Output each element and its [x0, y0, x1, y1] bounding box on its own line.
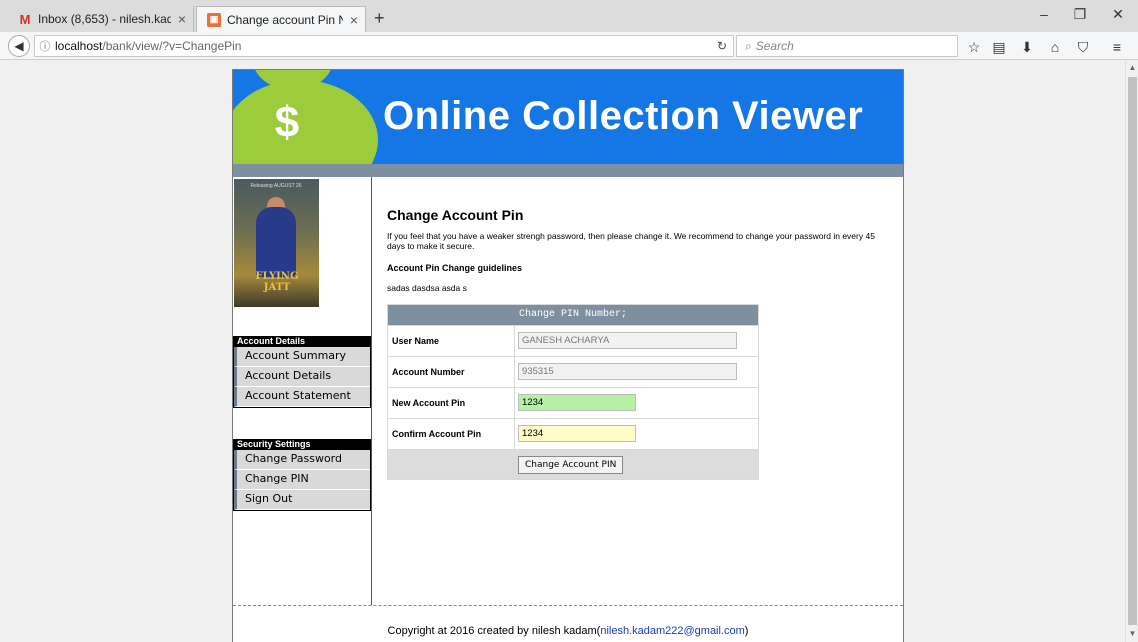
footer-copyright: Copyright at 2016 created by nilesh kada… [233, 625, 903, 637]
change-pin-button[interactable]: Change Account PIN [518, 456, 624, 474]
security-settings-menu: Security Settings Change Password Change… [233, 439, 371, 511]
divider [514, 388, 515, 418]
menu-heading: Security Settings [233, 439, 371, 450]
movie-poster-image[interactable]: Releasing AUGUST 26 FLYING JATT [234, 179, 319, 307]
poster-hero-figure [256, 207, 296, 277]
tab-change-pin[interactable]: ▣ Change account Pin Num... × [196, 6, 366, 32]
form-row-user-name: User Name [388, 325, 758, 356]
form-row-new-pin: New Account Pin [388, 387, 758, 418]
home-icon[interactable]: ⌂ [1046, 39, 1064, 55]
form-row-confirm-pin: Confirm Account Pin [388, 418, 758, 449]
footer-email-link[interactable]: nilesh.kadam222@gmail.com [600, 625, 744, 637]
info-icon[interactable]: ⓘ [35, 38, 55, 54]
intro-text: If you feel that you have a weaker stren… [387, 231, 875, 251]
dollar-icon: $ [274, 98, 300, 147]
new-pin-label: New Account Pin [392, 398, 466, 408]
new-tab-button[interactable]: + [374, 8, 385, 29]
page-container: $ Online Collection Viewer Releasing AUG… [232, 69, 904, 642]
divider [514, 419, 515, 449]
sidebar: Releasing AUGUST 26 FLYING JATT Account … [233, 177, 372, 605]
vertical-scrollbar[interactable]: ▲ ▼ [1125, 61, 1138, 642]
close-tab-icon[interactable]: × [343, 12, 365, 28]
guidelines-title: Account Pin Change guidelines [387, 263, 523, 273]
close-tab-icon[interactable]: × [171, 11, 193, 27]
user-name-field[interactable] [518, 332, 737, 349]
tab-bar: M Inbox (8,653) - nilesh.kada... × ▣ Cha… [0, 0, 1138, 32]
footer-divider [233, 605, 903, 606]
guidelines-text: sadas dasdsa asda s [387, 283, 467, 293]
menu-box: Change Password Change PIN Sign Out [233, 450, 371, 511]
search-placeholder: Search [755, 39, 794, 53]
url-host: localhost [55, 39, 103, 53]
account-number-field[interactable] [518, 363, 737, 380]
confirm-pin-field[interactable] [518, 425, 636, 442]
footer-text: Copyright at 2016 created by nilesh kada… [387, 625, 601, 637]
tab-title: Inbox (8,653) - nilesh.kada... [38, 12, 171, 26]
search-input[interactable]: ⌕ Search [736, 35, 958, 57]
sidebar-item-account-statement[interactable]: Account Statement [234, 387, 370, 407]
tab-inbox[interactable]: M Inbox (8,653) - nilesh.kada... × [8, 6, 194, 32]
poster-logo-text: FLYING JATT [255, 271, 299, 293]
new-pin-field[interactable] [518, 394, 636, 411]
url-path: /bank/view/?v=ChangePin [102, 39, 242, 53]
url-bar[interactable]: ⓘ localhost /bank/view/?v=ChangePin ↻ [34, 35, 734, 57]
scroll-up-icon[interactable]: ▲ [1126, 63, 1138, 72]
search-icon: ⌕ [745, 38, 752, 53]
menu-box: Account Summary Account Details Account … [233, 347, 371, 408]
account-details-menu: Account Details Account Summary Account … [233, 336, 371, 408]
site-favicon-icon: ▣ [207, 12, 221, 27]
confirm-pin-label: Confirm Account Pin [392, 429, 482, 439]
poster-top-text: Releasing AUGUST 26 [250, 183, 302, 189]
menu-icon[interactable]: ≡ [1108, 39, 1126, 55]
form-footer: Change Account PIN [388, 449, 758, 479]
divider [514, 357, 515, 387]
change-pin-form: Change PIN Number; User Name Account Num… [387, 304, 759, 480]
menu-heading: Account Details [233, 336, 371, 347]
sidebar-item-account-summary[interactable]: Account Summary [234, 347, 370, 367]
site-title: Online Collection Viewer [383, 94, 864, 138]
restore-icon[interactable]: ❐ [1070, 6, 1090, 23]
bookmark-star-icon[interactable]: ☆ [965, 39, 983, 56]
account-number-label: Account Number [392, 367, 465, 377]
header-strip [233, 164, 903, 177]
close-window-icon[interactable]: ✕ [1108, 6, 1128, 23]
page-viewport: $ Online Collection Viewer Releasing AUG… [0, 61, 1125, 642]
download-icon[interactable]: ⬇ [1018, 39, 1036, 56]
form-row-account-number: Account Number [388, 356, 758, 387]
sidebar-item-change-password[interactable]: Change Password [234, 450, 370, 470]
sidebar-item-account-details[interactable]: Account Details [234, 367, 370, 387]
nav-bar: ◀ ⓘ localhost /bank/view/?v=ChangePin ↻ … [0, 32, 1138, 60]
back-button-icon[interactable]: ◀ [8, 35, 30, 57]
header-banner: $ Online Collection Viewer [233, 70, 903, 164]
sidebar-item-sign-out[interactable]: Sign Out [234, 490, 370, 510]
user-name-label: User Name [392, 336, 440, 346]
scroll-down-icon[interactable]: ▼ [1126, 629, 1138, 638]
minimize-icon[interactable]: – [1034, 6, 1054, 22]
reload-icon[interactable]: ↻ [717, 39, 727, 53]
pocket-icon[interactable]: ⛉ [1074, 39, 1092, 56]
scrollbar-thumb[interactable] [1128, 77, 1137, 625]
reading-list-icon[interactable]: ▤ [990, 39, 1008, 56]
sidebar-item-change-pin[interactable]: Change PIN [234, 470, 370, 490]
form-title: Change PIN Number; [388, 305, 758, 325]
divider [514, 326, 515, 356]
gmail-icon: M [19, 11, 31, 27]
tab-title: Change account Pin Num... [227, 12, 343, 27]
page-title: Change Account Pin [387, 207, 524, 223]
footer-paren: ) [744, 625, 749, 637]
